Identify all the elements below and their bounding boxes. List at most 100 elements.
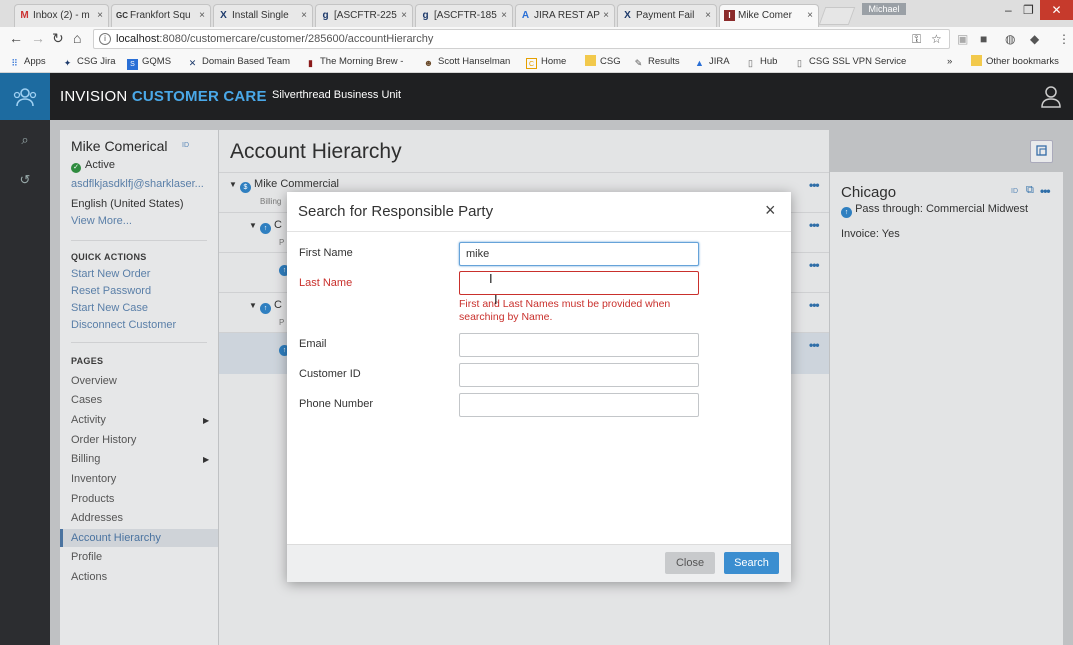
- close-tab-icon[interactable]: ×: [401, 5, 407, 26]
- bookmark-apps[interactable]: ⠿ Apps: [9, 55, 45, 69]
- chevron-right-icon[interactable]: ▶: [203, 416, 209, 425]
- page-link-overview[interactable]: Overview: [71, 375, 117, 387]
- key-icon[interactable]: ⚿: [912, 32, 921, 46]
- quick-action-reset-password[interactable]: Reset Password: [71, 285, 151, 297]
- row-menu-icon[interactable]: •••: [809, 218, 820, 232]
- phone-number-field[interactable]: [459, 393, 699, 417]
- id-badge[interactable]: ID: [1011, 188, 1018, 195]
- page-link-cases[interactable]: Cases: [71, 394, 102, 406]
- extension-icon[interactable]: ◍: [1005, 32, 1015, 46]
- close-button[interactable]: Close: [665, 552, 715, 574]
- page-link-addresses[interactable]: Addresses: [71, 512, 123, 524]
- quick-action-start-new-case[interactable]: Start New Case: [71, 302, 148, 314]
- bookmark-csg[interactable]: CSG: [585, 55, 621, 68]
- chevron-right-icon[interactable]: ▶: [203, 455, 209, 464]
- email-field[interactable]: [459, 333, 699, 357]
- browser-tab[interactable]: g [ASCFTR-185 ×: [415, 4, 513, 27]
- bookmark-home[interactable]: C Home: [526, 55, 566, 69]
- bookmark-label: Other bookmarks: [986, 56, 1059, 67]
- window-close-icon[interactable]: ✕: [1040, 0, 1073, 20]
- bookmark-label: Scott Hanselman: [438, 56, 511, 67]
- caret-down-icon[interactable]: ▼: [229, 180, 237, 189]
- search-icon[interactable]: ⌕: [0, 125, 50, 155]
- close-tab-icon[interactable]: ×: [97, 5, 103, 26]
- row-menu-icon[interactable]: •••: [809, 338, 820, 352]
- first-name-label: First Name: [299, 247, 353, 259]
- bookmark-results[interactable]: ✎ Results: [633, 55, 680, 69]
- row-menu-icon[interactable]: •••: [809, 298, 820, 312]
- extension-icon[interactable]: ◆: [1030, 32, 1039, 46]
- browser-tab[interactable]: A JIRA REST AP ×: [515, 4, 615, 27]
- browser-tab[interactable]: GC Frankfort Squ ×: [111, 4, 211, 27]
- page-link-products[interactable]: Products: [71, 493, 114, 505]
- more-bookmarks-icon[interactable]: »: [947, 55, 952, 68]
- page-link-actions[interactable]: Actions: [71, 571, 107, 583]
- page-link-inventory[interactable]: Inventory: [71, 473, 116, 485]
- bookmark-csg-vpn[interactable]: ▯ CSG SSL VPN Service: [794, 55, 906, 69]
- close-tab-icon[interactable]: ×: [199, 5, 205, 26]
- bookmark-label: Domain Based Team: [202, 56, 291, 67]
- quick-action-disconnect-customer[interactable]: Disconnect Customer: [71, 319, 176, 331]
- brand-prefix: INVISION: [60, 88, 132, 105]
- star-icon[interactable]: ☆: [931, 32, 942, 46]
- page-link-profile[interactable]: Profile: [71, 551, 102, 563]
- business-unit-selector[interactable]: Silverthread Business Unit: [272, 89, 401, 101]
- close-tab-icon[interactable]: ×: [301, 5, 307, 26]
- caret-down-icon[interactable]: ▼: [249, 221, 257, 230]
- page-link-account-hierarchy[interactable]: Account Hierarchy: [60, 529, 218, 547]
- reload-icon[interactable]: ↻: [52, 30, 64, 46]
- info-icon[interactable]: i: [99, 33, 111, 45]
- mug-icon: ▮: [308, 58, 313, 68]
- history-icon[interactable]: ↺: [0, 165, 50, 195]
- row-menu-icon[interactable]: •••: [809, 178, 820, 192]
- row-menu-icon[interactable]: •••: [809, 258, 820, 272]
- open-window-button[interactable]: [1030, 140, 1053, 163]
- extension-icon[interactable]: ■: [980, 32, 987, 46]
- browser-tab[interactable]: M Inbox (2) - m ×: [14, 4, 109, 27]
- bookmark-jira[interactable]: ▲ JIRA: [694, 55, 730, 69]
- other-bookmarks[interactable]: Other bookmarks: [971, 55, 1059, 68]
- search-button[interactable]: Search: [724, 552, 779, 574]
- modal-close-icon[interactable]: ×: [765, 200, 776, 220]
- browser-tab[interactable]: X Install Single ×: [213, 4, 313, 27]
- browser-tab[interactable]: X Payment Fail ×: [617, 4, 717, 27]
- restore-icon[interactable]: ❐: [1023, 2, 1034, 18]
- url-bar[interactable]: i localhost:8080/customercare/customer/28…: [93, 29, 950, 49]
- bookmark-gqms[interactable]: S GQMS: [127, 55, 171, 70]
- bookmark-morning-brew[interactable]: ▮ The Morning Brew -: [305, 55, 403, 69]
- bookmark-hub[interactable]: ▯ Hub: [745, 55, 777, 69]
- browser-tab-active[interactable]: I Mike Comer ×: [719, 4, 819, 27]
- more-menu-icon[interactable]: •••: [1040, 184, 1051, 198]
- tree-node-child: ▼ ↑ C: [249, 299, 282, 314]
- forward-icon[interactable]: →: [31, 30, 45, 46]
- page-link-activity[interactable]: Activity: [71, 414, 106, 426]
- close-tab-icon[interactable]: ×: [603, 5, 609, 26]
- app-logo-icon[interactable]: [0, 73, 50, 120]
- quick-action-start-new-order[interactable]: Start New Order: [71, 268, 150, 280]
- first-name-field[interactable]: [459, 242, 699, 266]
- bookmark-domain-based-team[interactable]: ✕ Domain Based Team: [187, 55, 290, 69]
- bookmark-scott-hanselman[interactable]: ☻ Scott Hanselman: [423, 55, 511, 69]
- duplicate-icon[interactable]: ⧉: [1026, 184, 1034, 197]
- pdf-extension-icon[interactable]: ▣: [957, 32, 968, 46]
- minimize-icon[interactable]: –: [1005, 2, 1012, 18]
- page-link-billing[interactable]: Billing: [71, 453, 100, 465]
- browser-tab[interactable]: g [ASCFTR-225 ×: [315, 4, 413, 27]
- page-link-order-history[interactable]: Order History: [71, 434, 136, 446]
- close-tab-icon[interactable]: ×: [807, 5, 813, 26]
- profile-chip[interactable]: Michael: [862, 3, 906, 15]
- user-profile-icon[interactable]: [1040, 84, 1062, 108]
- email-label: Email: [299, 338, 327, 350]
- caret-down-icon[interactable]: ▼: [249, 301, 257, 310]
- home-icon[interactable]: ⌂: [73, 30, 81, 46]
- customer-email[interactable]: asdflkjasdklfj@sharklaser...: [71, 178, 204, 190]
- view-more-link[interactable]: View More...: [71, 215, 132, 227]
- close-tab-icon[interactable]: ×: [705, 5, 711, 26]
- menu-kebab-icon[interactable]: ⋮: [1058, 32, 1070, 46]
- customer-id-field[interactable]: [459, 363, 699, 387]
- back-icon[interactable]: ←: [9, 30, 23, 46]
- customer-id-label: Customer ID: [299, 368, 361, 380]
- bookmark-csg-jira[interactable]: ✦ CSG Jira: [62, 55, 116, 69]
- close-tab-icon[interactable]: ×: [501, 5, 507, 26]
- customer-id-badge[interactable]: ID: [182, 142, 189, 149]
